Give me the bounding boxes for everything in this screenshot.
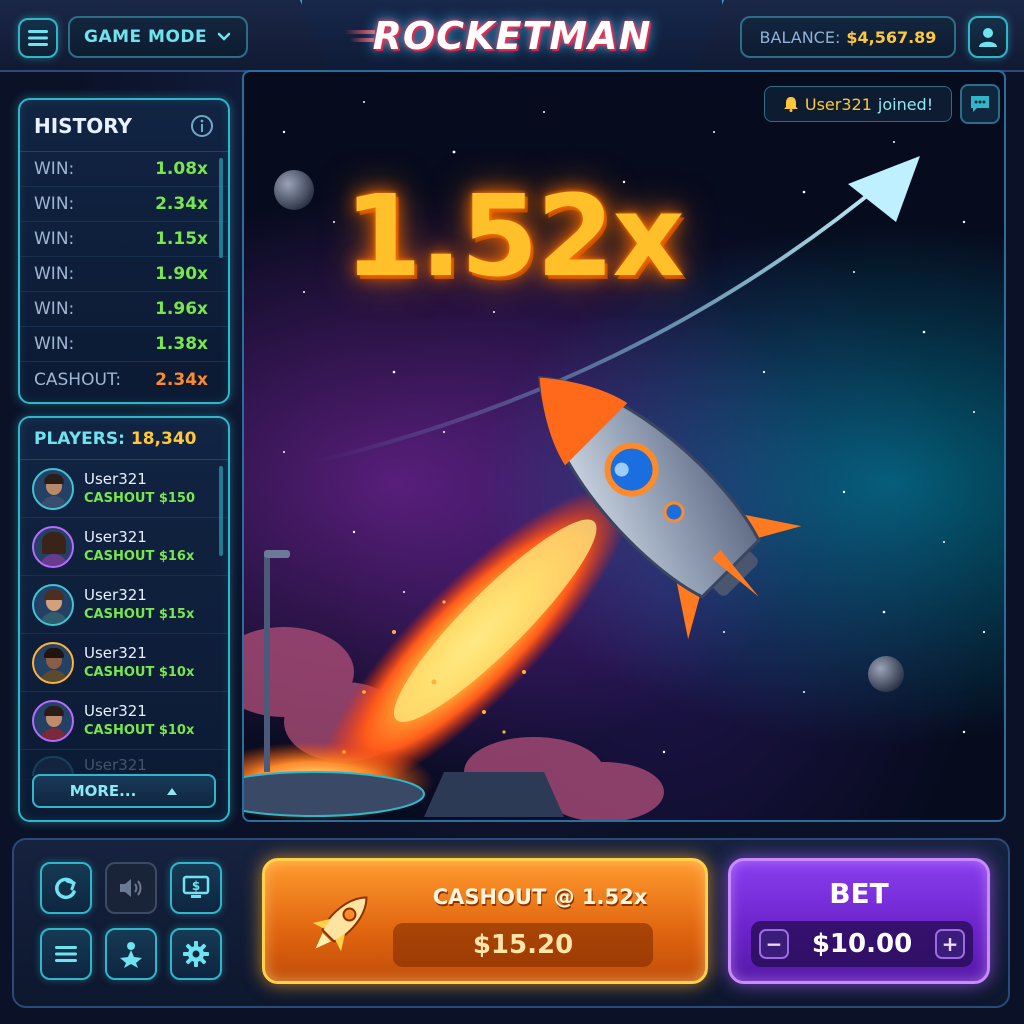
avatar [32, 467, 74, 510]
settings-button[interactable] [170, 928, 222, 980]
moon [868, 656, 904, 692]
players-count: 18,340 [130, 428, 197, 449]
player-cashout: CASHOUT $10x [84, 664, 195, 680]
bell-icon [783, 97, 798, 112]
chevron-down-icon [217, 32, 231, 41]
avatar [32, 641, 74, 684]
info-icon[interactable] [190, 114, 214, 138]
bet-panel: BET − $10.00 + [728, 858, 990, 984]
crash-multiplier: 1.52x [344, 172, 685, 302]
bet-amount[interactable]: $10.00 [812, 929, 912, 959]
menu-button[interactable] [18, 18, 58, 58]
list-icon [55, 946, 77, 962]
player-row: User321 CASHOUT $150 [20, 460, 228, 518]
players-scrollbar[interactable] [219, 466, 223, 556]
gear-icon [183, 941, 209, 967]
history-multiplier: 1.15x [155, 229, 208, 249]
notification-user: User321 [804, 94, 872, 114]
player-row: User321 CASHOUT $16x [20, 518, 228, 576]
balance-value: $4,567.89 [846, 27, 937, 47]
player-cashout: CASHOUT $16x [84, 548, 195, 564]
avatar [32, 756, 74, 776]
launch-pad [244, 771, 425, 817]
cashout-label: CASHOUT @ 1.52x [432, 885, 648, 909]
hamburger-icon [28, 30, 48, 46]
player-name: User321 [84, 585, 147, 604]
top-bar: GAME MODE ROCKETMAN BALANCE: $4,567.89 [0, 0, 1024, 92]
bet-button[interactable]: BET [731, 877, 987, 910]
notification-message: joined! [877, 94, 934, 114]
logo-text: ROCKETMAN [372, 14, 652, 58]
history-multiplier: 1.38x [155, 334, 208, 354]
rocket-icon [312, 896, 368, 952]
history-row: CASHOUT: 2.34x [34, 369, 208, 390]
favorites-button[interactable] [105, 928, 157, 980]
balance-display: BALANCE: $4,567.89 [740, 16, 956, 58]
player-name: User321 [84, 527, 147, 546]
sound-button[interactable] [105, 862, 157, 914]
history-multiplier: 2.34x [155, 369, 208, 390]
player-name: User321 [84, 643, 147, 662]
chat-icon [971, 96, 989, 112]
game-area: 1.52x User321 joined! [242, 70, 1006, 822]
player-name: User321 [84, 469, 147, 488]
join-notification: User321 joined! [764, 86, 952, 122]
avatar [32, 699, 74, 742]
bet-amount-stepper: − $10.00 + [751, 921, 973, 967]
player-cashout: CASHOUT $10x [84, 722, 195, 738]
avatar [32, 525, 74, 568]
launch-structure [424, 772, 564, 817]
history-row: WIN: 1.90x [20, 257, 228, 292]
history-title: HISTORY [34, 113, 133, 138]
user-icon [979, 28, 997, 47]
cashout-amount: $15.20 [393, 923, 653, 967]
history-row: WIN: 1.15x [20, 222, 228, 257]
game-mode-label: GAME MODE [84, 27, 208, 47]
monitor-dollar-icon: $ [182, 875, 210, 898]
more-button[interactable]: MORE... [32, 774, 216, 808]
launch-tower [264, 552, 270, 772]
player-cashout: CASHOUT $15x [84, 606, 195, 622]
refresh-icon [55, 877, 76, 900]
history-row: WIN: 1.38x [20, 327, 228, 362]
moon [274, 170, 314, 210]
players-label: PLAYERS: [34, 428, 125, 449]
history-row: WIN: 2.34x [20, 187, 228, 222]
player-name: User321 [84, 756, 147, 774]
star-user-icon [120, 942, 142, 968]
avatar [32, 583, 74, 626]
player-row: User321 CASHOUT $10x [20, 692, 228, 750]
trajectory-arrow-icon [848, 156, 920, 222]
history-scrollbar[interactable] [219, 158, 223, 258]
bet-decrease-button[interactable]: − [759, 929, 789, 959]
history-multiplier: 1.96x [155, 299, 208, 319]
chat-button[interactable] [960, 84, 1000, 124]
history-multiplier: 1.90x [155, 264, 208, 284]
cashout-button[interactable]: CASHOUT @ 1.52x $15.20 [262, 858, 708, 984]
svg-text:$: $ [192, 879, 200, 893]
speaker-icon [120, 879, 142, 897]
caret-up-icon [167, 788, 178, 795]
history-row: WIN: 1.08x [20, 152, 228, 187]
player-row: User321 CASHOUT $15x [20, 576, 228, 634]
refresh-button[interactable] [40, 862, 92, 914]
deposit-button[interactable]: $ [170, 862, 222, 914]
bet-increase-button[interactable]: + [935, 929, 965, 959]
profile-button[interactable] [968, 16, 1008, 58]
history-row: WIN: 1.96x [20, 292, 228, 327]
players-panel: PLAYERS: 18,340 User321 CASHOUT $150 Use… [18, 416, 230, 822]
history-multiplier: 1.08x [155, 159, 208, 179]
player-cashout: CASHOUT $150 [84, 490, 196, 506]
more-label: MORE... [69, 782, 137, 800]
player-row: User321 CASHOUT $10x [20, 634, 228, 692]
balance-label: BALANCE: [759, 27, 841, 47]
player-name: User321 [84, 701, 147, 720]
history-multiplier: 2.34x [155, 194, 208, 214]
history-panel: HISTORY WIN: 1.08x WIN: 2.34x WIN: 1.15x… [18, 98, 230, 404]
game-mode-dropdown[interactable]: GAME MODE [68, 16, 248, 58]
list-button[interactable] [40, 928, 92, 980]
